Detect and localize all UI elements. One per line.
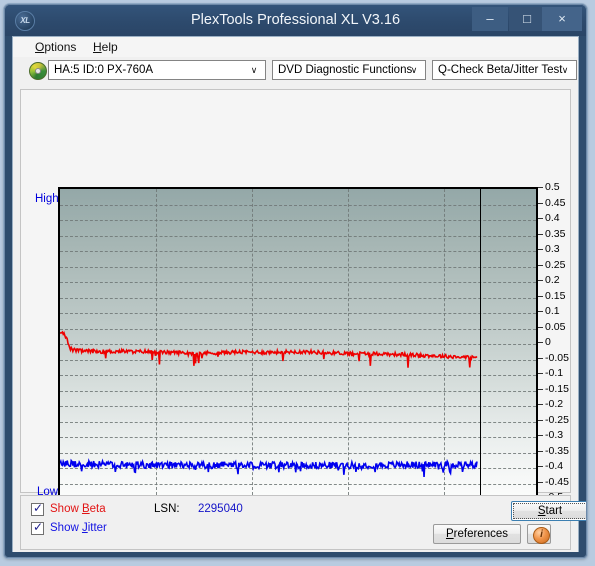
preferences-button-label: Preferences bbox=[446, 528, 508, 540]
show-beta-accel: B bbox=[81, 503, 90, 515]
info-button[interactable]: i bbox=[527, 524, 551, 544]
y-tick-label: -0.4 bbox=[545, 460, 564, 472]
chart-panel: High Low 0.5 0.45 0.4 0.35 0.3 0.25 0.2 0.15 0.1… bbox=[20, 89, 571, 515]
y-tick bbox=[538, 342, 543, 343]
start-button[interactable]: Start bbox=[511, 501, 586, 521]
y-tick-label: -0.3 bbox=[545, 429, 564, 441]
y-tick bbox=[538, 326, 543, 328]
menu-bar: Options Help bbox=[13, 37, 578, 58]
chevron-down-icon: ∨ bbox=[561, 65, 569, 75]
y-tick bbox=[538, 233, 543, 235]
y-tick bbox=[538, 249, 543, 250]
start-accel: S bbox=[537, 505, 546, 517]
drive-select-value: HA:5 ID:0 PX-760A bbox=[54, 64, 154, 76]
y-tick-label: -0.25 bbox=[545, 413, 569, 426]
y-tick bbox=[538, 218, 543, 219]
show-jitter-label: Show Jitter bbox=[50, 520, 107, 537]
title-bar: XL PlexTools Professional XL V3.16 – □ × bbox=[5, 5, 586, 36]
drive-select[interactable]: HA:5 ID:0 PX-760A ∨ bbox=[48, 60, 266, 80]
function-select-value: DVD Diagnostic Functions bbox=[278, 64, 413, 76]
show-jitter-rest: itter bbox=[87, 522, 107, 534]
window-inner: XL PlexTools Professional XL V3.16 – □ ×… bbox=[4, 4, 587, 558]
show-beta-label: Show Beta bbox=[50, 501, 106, 518]
preferences-rest: references bbox=[453, 528, 508, 540]
y-tick-label: 0.2 bbox=[545, 274, 560, 286]
maximize-icon: □ bbox=[523, 11, 531, 26]
disc-drive-icon bbox=[29, 62, 47, 80]
y-tick bbox=[538, 295, 543, 297]
y-tick-label: -0.35 bbox=[545, 444, 569, 457]
show-beta-checkbox[interactable] bbox=[31, 501, 44, 516]
menu-item-options[interactable]: Options bbox=[29, 39, 82, 55]
y-tick-label: -0.45 bbox=[545, 475, 569, 488]
plot-area[interactable] bbox=[58, 187, 538, 497]
y-tick bbox=[538, 435, 543, 436]
menu-options-label: ptions bbox=[44, 40, 77, 54]
show-jitter-checkbox[interactable] bbox=[31, 520, 44, 535]
y-tick bbox=[538, 357, 543, 359]
test-select[interactable]: Q-Check Beta/Jitter Test ∨ bbox=[432, 60, 577, 80]
y-tick bbox=[538, 466, 543, 467]
y-tick-label: 0.1 bbox=[545, 305, 560, 317]
y-tick bbox=[538, 404, 543, 405]
client-area: Options Help HA:5 ID:0 PX-760A ∨ DVD Dia… bbox=[12, 36, 586, 552]
controls-panel: Show Beta Show Jitter LSN: 2295040 Start… bbox=[20, 495, 586, 550]
minimize-icon: – bbox=[486, 11, 494, 26]
y-tick bbox=[538, 388, 543, 390]
application-window: XL PlexTools Professional XL V3.16 – □ ×… bbox=[4, 4, 587, 558]
y-tick bbox=[538, 264, 543, 266]
y-tick bbox=[538, 187, 543, 188]
y-tick bbox=[538, 481, 543, 483]
y-tick-label: 0.3 bbox=[545, 243, 560, 255]
series-beta bbox=[60, 330, 478, 368]
menu-help-accel: H bbox=[93, 40, 102, 54]
y-axis: 0.5 0.45 0.4 0.35 0.3 0.25 0.2 0.15 0.1 0.05 0 -0.0… bbox=[538, 182, 572, 502]
y-tick-label: 0.25 bbox=[545, 258, 566, 271]
show-beta-rest: eta bbox=[89, 503, 106, 515]
y-tick-label: 0.5 bbox=[545, 181, 560, 193]
menu-item-help[interactable]: Help bbox=[87, 39, 124, 55]
y-tick bbox=[538, 202, 543, 204]
y-tick-label: -0.15 bbox=[545, 382, 569, 395]
lsn-label: LSN: bbox=[154, 503, 180, 515]
show-beta-prefix: Show bbox=[50, 503, 82, 515]
y-tick bbox=[538, 280, 543, 281]
y-tick bbox=[538, 450, 543, 452]
y-tick-label: 0.05 bbox=[545, 320, 566, 333]
y-tick-label: -0.2 bbox=[545, 398, 564, 410]
y-tick-label: 0.45 bbox=[545, 196, 566, 209]
chevron-down-icon: ∨ bbox=[410, 65, 418, 75]
y-tick-label: -0.1 bbox=[545, 367, 564, 379]
y-tick-label: 0.15 bbox=[545, 289, 566, 302]
y-tick-label: 0.4 bbox=[545, 212, 560, 224]
info-icon: i bbox=[533, 527, 550, 544]
minimize-button[interactable]: – bbox=[472, 7, 508, 31]
chevron-down-icon: ∨ bbox=[250, 65, 258, 75]
close-button[interactable]: × bbox=[542, 7, 582, 31]
y-tick-label: 0 bbox=[545, 336, 551, 348]
preferences-accel: P bbox=[445, 528, 454, 540]
menu-help-label: elp bbox=[101, 40, 118, 54]
chart: High Low 0.5 0.45 0.4 0.35 0.3 0.25 0.2 0.15 0.1… bbox=[21, 90, 570, 515]
preferences-button[interactable]: Preferences bbox=[433, 524, 521, 544]
series-line bbox=[60, 330, 478, 368]
close-icon: × bbox=[558, 11, 566, 26]
maximize-button[interactable]: □ bbox=[509, 7, 545, 31]
function-select[interactable]: DVD Diagnostic Functions ∨ bbox=[272, 60, 426, 80]
y-tick bbox=[538, 419, 543, 421]
y-tick bbox=[538, 311, 543, 312]
axis-label-high: High bbox=[35, 193, 59, 205]
test-select-value: Q-Check Beta/Jitter Test bbox=[438, 64, 563, 76]
menu-options-accel: O bbox=[35, 40, 45, 54]
start-rest: tart bbox=[545, 505, 563, 517]
toolbar: HA:5 ID:0 PX-760A ∨ DVD Diagnostic Funct… bbox=[13, 57, 578, 86]
y-tick bbox=[538, 373, 543, 374]
show-jitter-prefix: Show bbox=[50, 522, 82, 534]
start-button-label: Start bbox=[538, 505, 562, 517]
y-tick-label: 0.35 bbox=[545, 227, 566, 240]
y-tick-label: -0.05 bbox=[545, 351, 569, 364]
lsn-value: 2295040 bbox=[198, 503, 243, 515]
